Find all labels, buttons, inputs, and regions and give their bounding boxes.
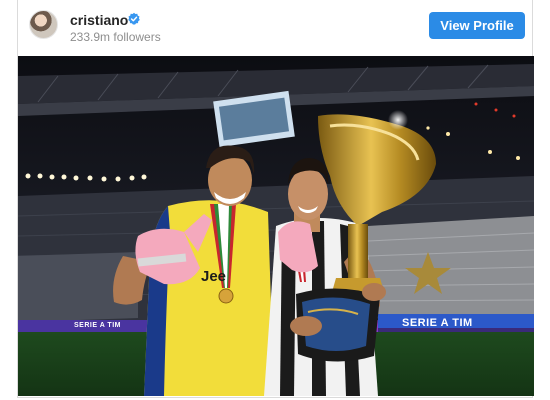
post-photo[interactable]: SERIE A TIM SERIE A TIM Jee: [18, 56, 534, 396]
ad-board-right: SERIE A TIM: [402, 317, 473, 329]
verified-badge-icon: [128, 12, 140, 25]
post-header: cristiano 233.9m followers View Profile: [18, 0, 532, 52]
username[interactable]: cristiano: [70, 12, 128, 28]
ad-board-left: SERIE A TIM: [74, 322, 121, 329]
jersey-sponsor-text: Jee: [201, 268, 227, 285]
follower-count: 233.9m followers: [70, 30, 161, 44]
instagram-embed-card: cristiano 233.9m followers View Profile: [17, 0, 534, 398]
stadium-celebration-image: [18, 56, 534, 396]
avatar[interactable]: [29, 10, 58, 39]
view-profile-button[interactable]: View Profile: [429, 12, 525, 39]
